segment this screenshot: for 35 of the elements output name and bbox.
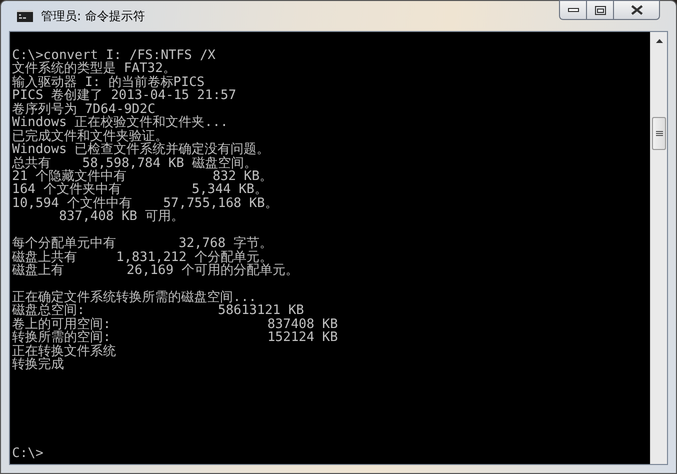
console-line: 文件系统的类型是 FAT32。	[12, 62, 176, 76]
console-line: 卷上的可用空间: 837408 KB	[12, 318, 339, 332]
console-line: Windows 正在校验文件和文件夹...	[12, 116, 230, 130]
console-line: 正在确定文件系统转换所需的磁盘空间...	[12, 290, 256, 304]
console-line: 21 个隐藏文件中有 832 KB。	[12, 170, 274, 184]
maximize-icon	[594, 6, 606, 14]
scrollbar[interactable]	[650, 32, 667, 464]
up-arrow-icon	[656, 38, 662, 42]
console-line: 每个分配单元中有 32,768 字节。	[12, 237, 274, 251]
console-line: 已完成文件和文件夹验证。	[12, 130, 168, 144]
minimize-button[interactable]	[559, 0, 586, 20]
console-line: 磁盘总空间: 58613121 KB	[12, 304, 304, 318]
grip-icon	[656, 130, 662, 137]
console-line: 磁盘上有 26,169 个可用的分配单元。	[12, 264, 300, 278]
console-line: 磁盘上共有 1,831,212 个分配单元。	[12, 250, 272, 264]
console-line: 卷序列号为 7D64-9D2C	[12, 102, 156, 116]
console-line: 转换所需的空间: 152124 KB	[12, 331, 339, 345]
close-icon	[630, 5, 642, 15]
close-button[interactable]	[613, 0, 660, 20]
minimize-icon	[568, 8, 578, 12]
window-title: 管理员: 命令提示符	[41, 8, 145, 24]
console-line: 正在转换文件系统	[12, 344, 117, 358]
console-line: PICS 卷创建了 2013-04-15 21:57	[12, 89, 238, 103]
console-line: 10,594 个文件中有 57,755,168 KB。	[12, 196, 279, 210]
console-icon	[17, 10, 33, 22]
console-line: C:\>convert I: /FS:NTFS /X	[12, 49, 216, 62]
console-line: 转换完成	[12, 358, 65, 372]
console-line: 164 个文件夹中有 5,344 KB。	[12, 183, 268, 197]
console-line: 837,408 KB 可用。	[58, 210, 184, 224]
maximize-button[interactable]	[586, 0, 613, 20]
console-line: Windows 已检查文件系统并确定没有问题。	[12, 143, 271, 156]
command-prompt: C:\>	[12, 446, 44, 460]
scroll-thumb[interactable]	[652, 117, 666, 150]
console-line: 总共有 58,598,784 KB 磁盘空间。	[12, 156, 258, 170]
console-line: 输入驱动器 I: 的当前卷标PICS	[12, 76, 205, 90]
